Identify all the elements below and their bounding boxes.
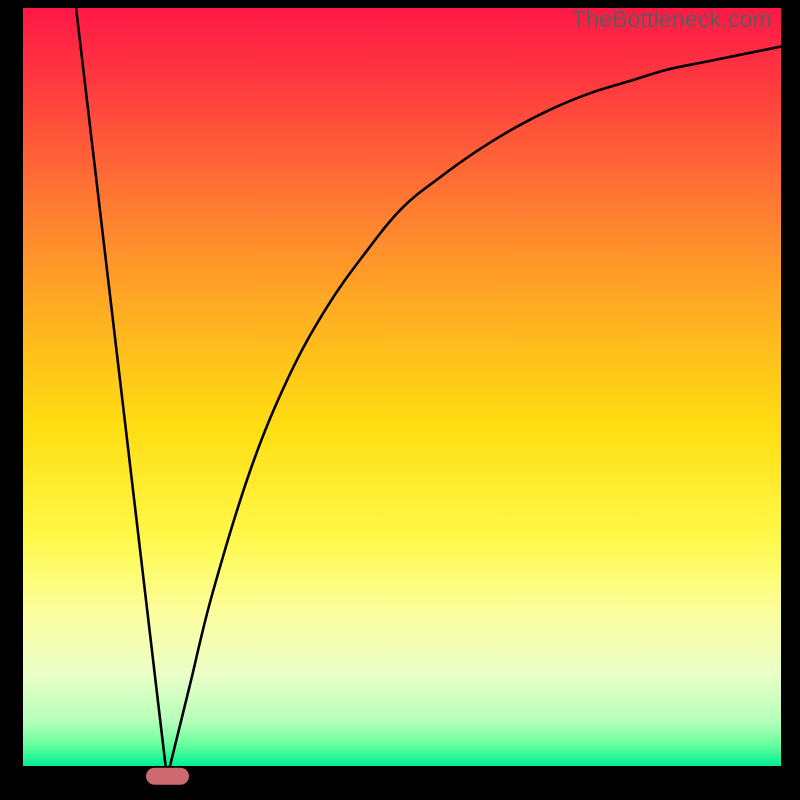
curve-right-asymptote [167,47,781,779]
curve-layer [23,8,781,778]
curve-left-spike [76,8,167,778]
watermark-text: TheBottleneck.com [572,6,772,33]
chart-canvas: TheBottleneck.com [0,0,800,800]
optimal-marker [146,768,189,785]
plot-area [23,8,781,778]
